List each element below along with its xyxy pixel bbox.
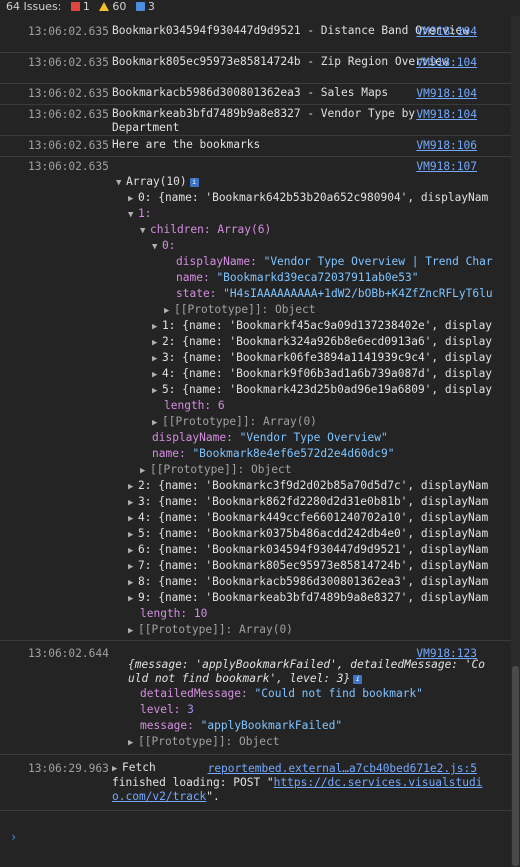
timestamp: 13:06:29.963	[28, 762, 109, 775]
expand-down-icon: ▼	[140, 226, 146, 236]
console-message: 13:06:02.635 VM918:106 Here are the book…	[0, 136, 511, 157]
expand-right-icon: ▶	[128, 514, 134, 524]
track-url-link[interactable]: https://dc.services.visualstudi	[274, 776, 483, 789]
prototype-node[interactable]: ▶ [[Prototype]]: Object	[28, 734, 505, 750]
issues-label: 64 Issues:	[6, 0, 62, 13]
children-node[interactable]: ▼ children: Array(6)	[28, 222, 505, 238]
console-message-fetch: 13:06:29.963 reportembed.external…a7cb40…	[0, 755, 511, 811]
console-message: 13:06:02.635 VM918:104 Bookmarkacb5986d3…	[0, 84, 511, 105]
console-message: 13:06:02.635 VM918:104 Bookmark034594f93…	[0, 22, 511, 53]
expand-right-icon: ▶	[128, 498, 134, 508]
child-node[interactable]: ▶ 4: {name: 'Bookmark9f06b3ad1a6b739a087d…	[28, 366, 505, 382]
console-message-object: 13:06:02.644 VM918:123 {message: 'applyB…	[0, 641, 511, 755]
array-item[interactable]: ▶ 0: {name: 'Bookmark642b53b20a652c980904…	[28, 190, 505, 206]
expand-right-icon: ▶	[128, 578, 134, 588]
expand-down-icon: ▼	[152, 242, 158, 252]
timestamp: 13:06:02.635	[28, 160, 109, 173]
timestamp: 13:06:02.635	[28, 25, 109, 38]
source-link[interactable]: reportembed.external…a7cb40bed671e2.js:5	[208, 762, 477, 776]
warning-icon	[99, 2, 110, 11]
timestamp: 13:06:02.635	[28, 139, 109, 152]
prop-displayname: displayName: "Vendor Type Overview"	[152, 431, 388, 444]
issues-bar[interactable]: 64 Issues: 1 60 3	[0, 0, 520, 16]
console-message-array: 13:06:02.635 VM918:107 ▼ Array(10) i ▶ 0: {…	[0, 157, 511, 641]
prop-detailedmessage: detailedMessage: "Could not find bookmar…	[140, 687, 423, 700]
prop-state: state: "H4sIAAAAAAAAA+1dW2/bOBb+K4ZfZncR…	[176, 287, 493, 300]
array-item[interactable]: ▶ 8: {name: 'Bookmarkacb5986d300801362ea3…	[28, 574, 505, 590]
expand-right-icon: ▶	[112, 764, 118, 774]
array-item[interactable]: ▶ 5: {name: 'Bookmark0375b486acdd242db4e0…	[28, 526, 505, 542]
source-link[interactable]: VM918:107	[416, 160, 477, 174]
prop-level: level: 3	[140, 703, 194, 716]
console-log: 13:06:02.635 VM918:104 Bookmark034594f93…	[0, 22, 511, 811]
child-node[interactable]: ▼ 0:	[28, 238, 505, 254]
object-summary-wrap: uld not find bookmark', level: 3} i	[28, 672, 505, 686]
warning-count: 60	[112, 0, 127, 13]
source-link[interactable]: VM918:104	[416, 87, 477, 101]
expand-right-icon: ▶	[152, 386, 158, 396]
child-node[interactable]: ▶ 2: {name: 'Bookmark324a926b8e6ecd0913a6…	[28, 334, 505, 350]
fetch-text: finished loading: POST "https://dc.servi…	[112, 776, 483, 803]
expand-right-icon: ▶	[128, 546, 134, 556]
timestamp: 13:06:02.635	[28, 56, 109, 69]
expand-right-icon: ▶	[152, 354, 158, 364]
prop-length: length: 10	[140, 607, 208, 620]
prototype-node[interactable]: ▶ [[Prototype]]: Object	[28, 462, 505, 478]
expand-right-icon: ▶	[128, 738, 134, 748]
info-count: 3	[147, 0, 155, 13]
prop-displayname: displayName: "Vendor Type Overview | Tre…	[176, 255, 493, 268]
expand-right-icon: ▶	[128, 626, 134, 636]
source-link[interactable]: VM918:106	[416, 139, 477, 153]
prototype-node[interactable]: ▶ [[Prototype]]: Object	[28, 302, 505, 318]
expand-down-icon: ▼	[116, 178, 122, 188]
array-item[interactable]: ▶ 7: {name: 'Bookmark805ec95973e85814724b…	[28, 558, 505, 574]
info-icon: i	[353, 674, 363, 684]
child-node[interactable]: ▶ 1: {name: 'Bookmarkf45ac9a09d137238402e…	[28, 318, 505, 334]
child-node[interactable]: ▶ 5: {name: 'Bookmark423d25b0ad96e19a6809…	[28, 382, 505, 398]
expand-right-icon: ▶	[128, 194, 134, 204]
console-message: 13:06:02.635 VM918:104 Bookmarkeab3bfd74…	[0, 105, 511, 136]
error-count: 1	[82, 0, 90, 13]
source-link[interactable]: VM918:104	[416, 108, 477, 122]
expand-right-icon: ▶	[152, 370, 158, 380]
timestamp: 13:06:02.635	[28, 87, 109, 100]
prop-name: name: "Bookmarkd39eca72037911ab0e53"	[176, 271, 419, 284]
console-message: 13:06:02.635 VM918:104 Bookmark805ec9597…	[0, 53, 511, 84]
array-root[interactable]: ▼ Array(10) i	[28, 174, 505, 190]
source-link[interactable]: VM918:104	[416, 25, 477, 39]
prop-message: message: "applyBookmarkFailed"	[140, 719, 343, 732]
expand-right-icon: ▶	[152, 338, 158, 348]
error-icon	[70, 2, 80, 11]
expand-right-icon: ▶	[128, 562, 134, 572]
expand-right-icon: ▶	[152, 418, 158, 428]
expand-right-icon: ▶	[152, 322, 158, 332]
expand-right-icon: ▶	[128, 530, 134, 540]
expand-right-icon: ▶	[128, 594, 134, 604]
array-item[interactable]: ▶ 2: {name: 'Bookmarkc3f9d2d02b85a70d5d7c…	[28, 478, 505, 494]
scrollbar[interactable]	[511, 16, 520, 867]
source-link[interactable]: VM918:104	[416, 56, 477, 70]
prototype-node[interactable]: ▶ [[Prototype]]: Array(0)	[28, 622, 505, 638]
array-item[interactable]: ▶ 3: {name: 'Bookmark862fd2280d2d31e0b81b…	[28, 494, 505, 510]
child-node[interactable]: ▶ 3: {name: 'Bookmark06fe3894a1141939c9c4…	[28, 350, 505, 366]
expand-right-icon: ▶	[164, 306, 170, 316]
console-prompt[interactable]: ›	[10, 830, 17, 844]
info-icon	[135, 2, 145, 11]
array-item[interactable]: ▼ 1:	[28, 206, 505, 222]
scrollbar-thumb[interactable]	[512, 666, 519, 866]
expand-right-icon: ▶	[128, 482, 134, 492]
array-item[interactable]: ▶ 9: {name: 'Bookmarkeab3bfd7489b9a8e8327…	[28, 590, 505, 606]
array-item[interactable]: ▶ 4: {name: 'Bookmark449ccfe6601240702a10…	[28, 510, 505, 526]
info-icon: i	[189, 177, 199, 187]
object-summary[interactable]: {message: 'applyBookmarkFailed', detaile…	[28, 658, 505, 672]
timestamp: 13:06:02.635	[28, 108, 109, 121]
array-item[interactable]: ▶ 6: {name: 'Bookmark034594f930447d9d9521…	[28, 542, 505, 558]
prototype-node[interactable]: ▶ [[Prototype]]: Array(0)	[28, 414, 505, 430]
prop-length: length: 6	[164, 399, 225, 412]
track-url-link-wrap[interactable]: o.com/v2/track	[112, 790, 206, 803]
expand-down-icon: ▼	[128, 210, 134, 220]
prop-name: name: "Bookmark8e4ef6e572d2e4d60dc9"	[152, 447, 395, 460]
expand-right-icon: ▶	[140, 466, 146, 476]
